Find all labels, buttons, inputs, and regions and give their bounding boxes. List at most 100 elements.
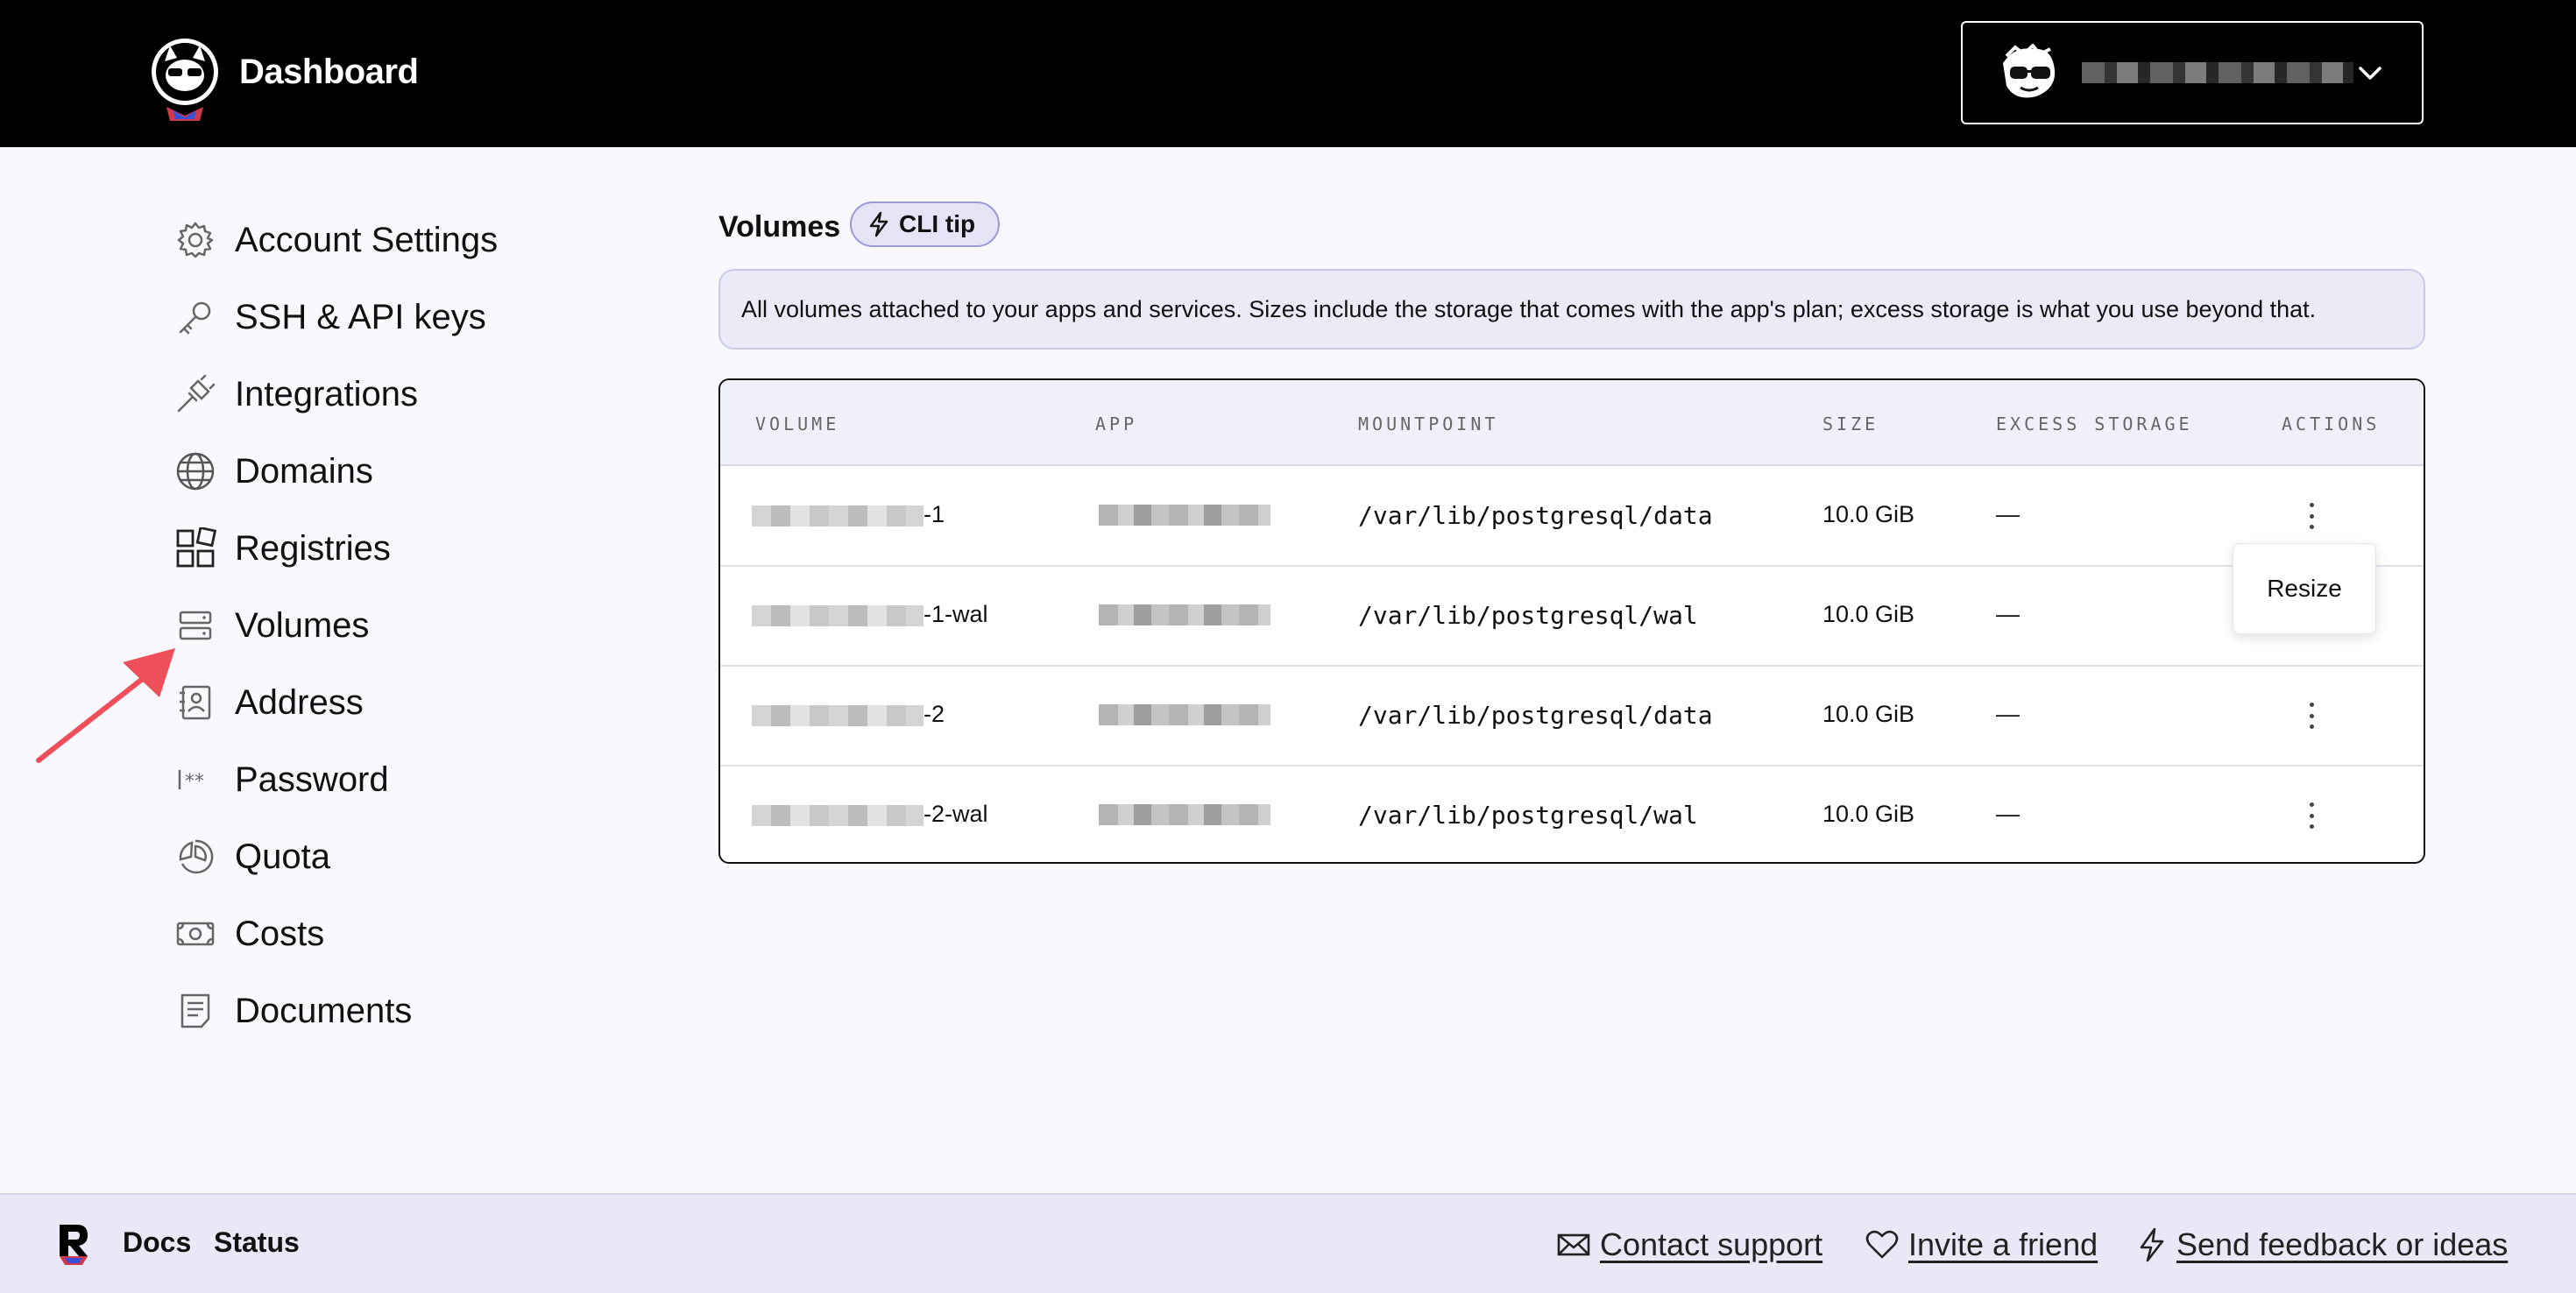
excess-storage: — — [1996, 801, 2020, 827]
table-row: -2-wal /var/lib/postgresql/wal 10.0 GiB … — [720, 766, 2424, 862]
size: 10.0 GiB — [1822, 701, 1915, 727]
sidebar-item-password[interactable]: ** Password — [172, 753, 389, 806]
contact-support-label: Contact support — [1600, 1226, 1823, 1262]
excess-storage: — — [1996, 701, 2020, 727]
sidebar-item-quota[interactable]: Quota — [172, 830, 330, 883]
sidebar-item-volumes[interactable]: Volumes — [172, 599, 369, 652]
annotation-arrow — [36, 648, 175, 763]
sidebar-item-label: Domains — [235, 451, 373, 491]
heart-icon — [1865, 1230, 1899, 1259]
chevron-down-icon — [2359, 67, 2381, 80]
sidebar-item-domains[interactable]: Domains — [172, 445, 373, 498]
table-header: VOLUME APP MOUNTPOINT SIZE EXCESS STORAG… — [720, 380, 2424, 466]
resize-label: Resize — [2267, 575, 2342, 602]
size: 10.0 GiB — [1822, 501, 1915, 527]
money-icon — [172, 910, 219, 957]
redacted-volume-name — [752, 505, 924, 526]
sunglasses-avatar-icon — [2003, 44, 2056, 98]
row-actions-menu-icon[interactable] — [2299, 795, 2324, 836]
sidebar-item-label: Volumes — [235, 605, 370, 645]
status-link[interactable]: Status — [214, 1226, 300, 1259]
contact-support-link[interactable]: Contact support — [1556, 1226, 1822, 1263]
footer: Docs Status Contact support Invite a fri… — [0, 1193, 2576, 1293]
table-row: -2 /var/lib/postgresql/data 10.0 GiB — — [720, 666, 2424, 767]
sidebar-item-registries[interactable]: Registries — [172, 522, 391, 575]
redacted-app-name — [1099, 505, 1270, 526]
info-banner: All volumes attached to your apps and se… — [718, 269, 2425, 350]
send-feedback-label: Send feedback or ideas — [2176, 1226, 2509, 1262]
redacted-app-name — [1099, 704, 1270, 725]
account-name-redacted — [2082, 62, 2353, 83]
row-actions-menu-icon[interactable] — [2299, 496, 2324, 536]
sidebar-item-label: Costs — [235, 914, 325, 953]
volume-name: -2-wal — [752, 801, 988, 828]
sidebar-item-label: Documents — [235, 991, 413, 1030]
excess-storage: — — [1996, 601, 2020, 627]
brand-logo-icon[interactable] — [56, 1223, 91, 1267]
grid-icon — [172, 525, 219, 572]
sidebar-item-documents[interactable]: Documents — [172, 985, 412, 1037]
size: 10.0 GiB — [1822, 801, 1915, 827]
mountpoint: /var/lib/postgresql/wal — [1358, 601, 1698, 630]
document-icon — [172, 987, 219, 1035]
column-header-app: APP — [1095, 413, 1138, 435]
gear-icon — [172, 216, 219, 264]
sidebar-item-account-settings[interactable]: Account Settings — [172, 214, 498, 266]
dashboard-title[interactable]: Dashboard — [239, 53, 419, 92]
redacted-volume-name — [752, 704, 924, 726]
mountpoint: /var/lib/postgresql/data — [1358, 501, 1713, 530]
column-header-mountpoint: MOUNTPOINT — [1358, 413, 1499, 435]
volume-suffix: -2 — [924, 701, 945, 727]
cat-mascot-logo[interactable] — [147, 37, 223, 123]
sidebar-item-label: Integrations — [235, 374, 419, 413]
lightning-icon — [2140, 1227, 2164, 1262]
redacted-app-name — [1099, 804, 1270, 825]
redacted-volume-name — [752, 804, 924, 826]
volume-suffix: -2-wal — [924, 801, 988, 827]
column-header-actions: ACTIONS — [2282, 413, 2381, 435]
sidebar-item-integrations[interactable]: Integrations — [172, 368, 418, 420]
volumes-table: VOLUME APP MOUNTPOINT SIZE EXCESS STORAG… — [718, 378, 2425, 864]
sidebar-item-costs[interactable]: Costs — [172, 908, 324, 960]
invite-friend-link[interactable]: Invite a friend — [1865, 1226, 2098, 1263]
invite-friend-label: Invite a friend — [1908, 1226, 2098, 1262]
pie-chart-icon — [172, 833, 219, 880]
sidebar-item-label: Password — [235, 760, 389, 799]
send-feedback-link[interactable]: Send feedback or ideas — [2136, 1226, 2508, 1263]
table-row: -1-wal /var/lib/postgresql/wal 10.0 GiB … — [720, 566, 2424, 667]
table-row: -1 /var/lib/postgresql/data 10.0 GiB — — [720, 466, 2424, 567]
info-text: All volumes attached to your apps and se… — [741, 295, 2317, 322]
docs-link[interactable]: Docs — [123, 1226, 191, 1259]
page-title: Volumes — [718, 210, 841, 244]
volume-suffix: -1 — [924, 501, 945, 527]
column-header-volume: VOLUME — [755, 413, 840, 435]
mountpoint: /var/lib/postgresql/wal — [1358, 801, 1698, 830]
row-actions-menu-icon[interactable] — [2299, 696, 2324, 736]
sidebar-item-label: Address — [235, 682, 364, 722]
account-menu-button[interactable] — [1961, 21, 2424, 124]
sidebar-item-label: SSH & API keys — [235, 297, 486, 336]
sidebar-item-ssh-api-keys[interactable]: SSH & API keys — [172, 291, 486, 343]
column-header-excess-storage: EXCESS STORAGE — [1996, 413, 2193, 435]
key-icon — [172, 293, 219, 341]
column-header-size: SIZE — [1822, 413, 1879, 435]
redacted-volume-name — [752, 604, 924, 626]
cli-tip-button[interactable]: CLI tip — [850, 201, 1001, 247]
volume-name: -1 — [752, 501, 945, 528]
mail-icon — [1557, 1233, 1590, 1256]
svg-text:**: ** — [185, 771, 204, 793]
top-header: Dashboard — [0, 0, 2576, 147]
volume-suffix: -1-wal — [924, 601, 988, 627]
plug-icon — [172, 371, 219, 418]
lightning-icon — [869, 211, 888, 237]
resize-menu-item[interactable]: Resize — [2233, 543, 2376, 634]
sidebar-item-label: Account Settings — [235, 220, 499, 259]
sidebar-item-address[interactable]: Address — [172, 676, 364, 729]
redacted-app-name — [1099, 604, 1270, 625]
globe-icon — [172, 448, 219, 495]
volume-name: -2 — [752, 701, 945, 728]
mountpoint: /var/lib/postgresql/data — [1358, 701, 1713, 730]
sidebar-item-label: Registries — [235, 528, 391, 568]
excess-storage: — — [1996, 501, 2020, 527]
sidebar-item-label: Quota — [235, 837, 330, 876]
